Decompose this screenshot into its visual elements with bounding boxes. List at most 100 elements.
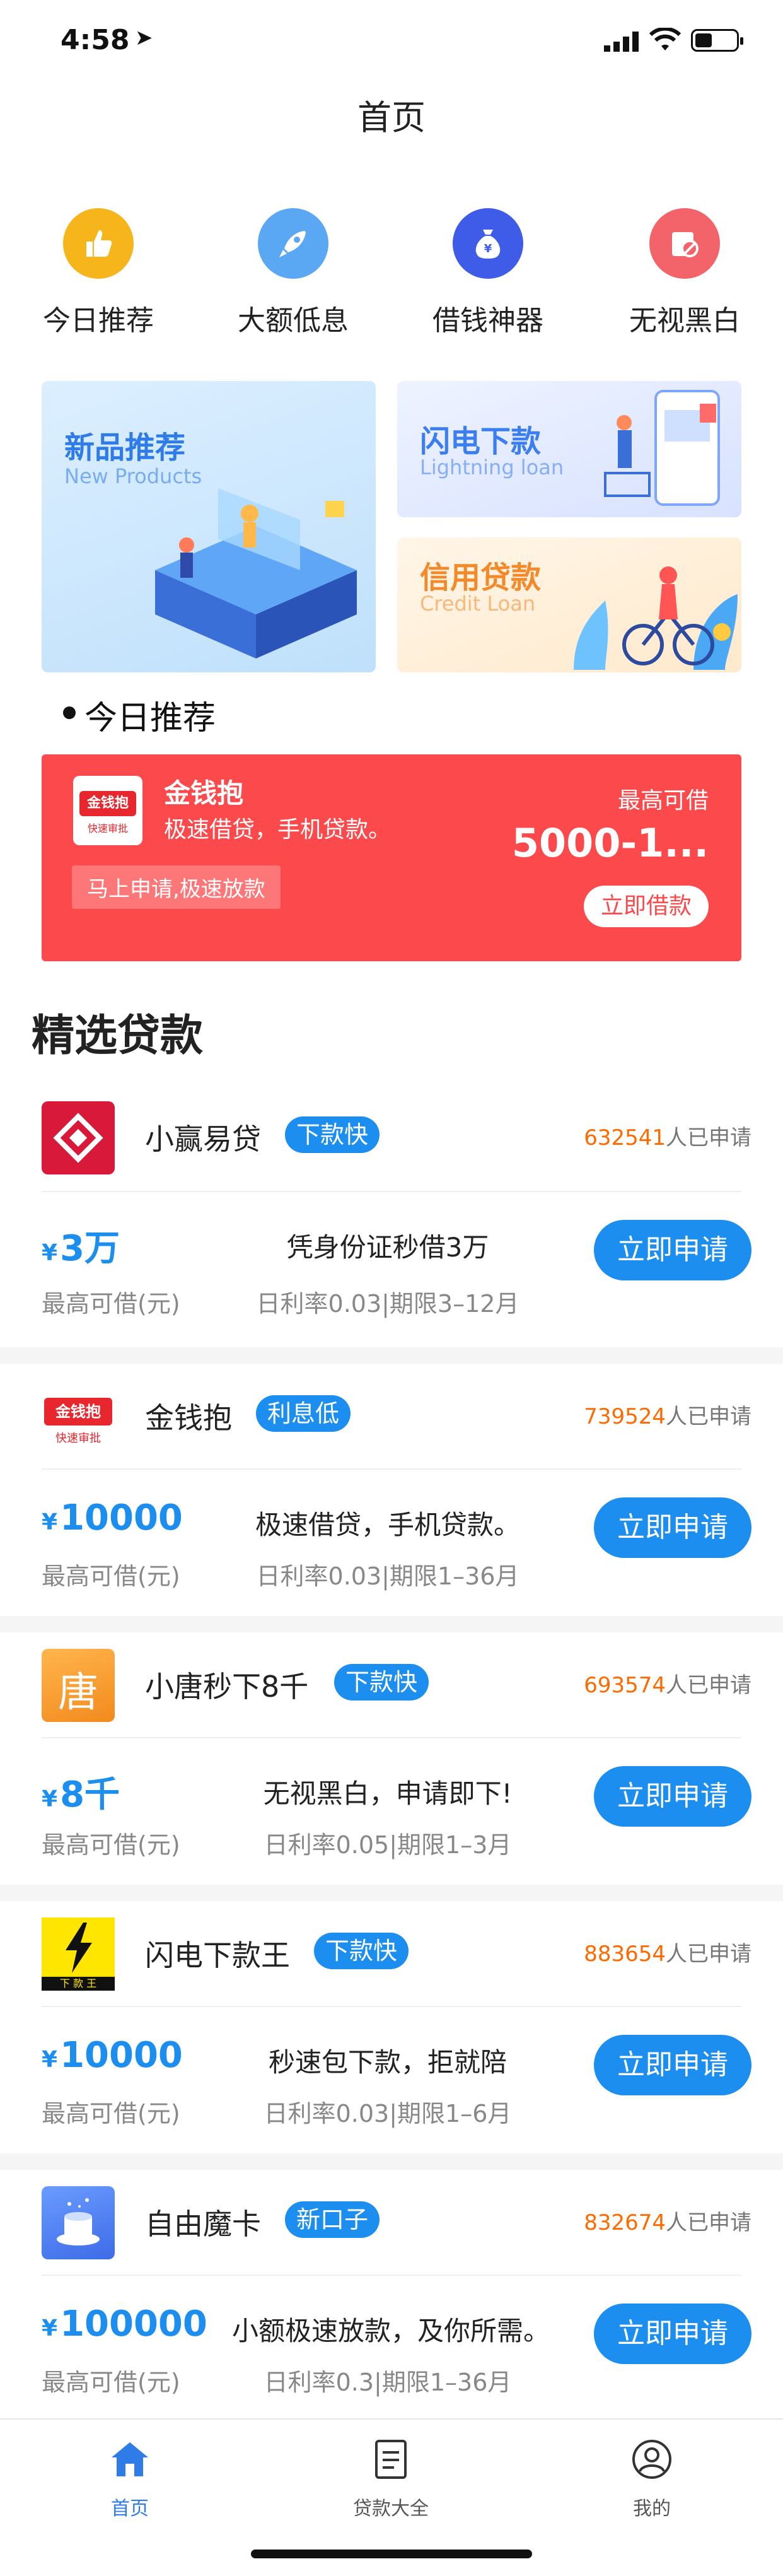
rocket-icon <box>258 208 328 279</box>
tab-profile[interactable]: 我的 <box>557 2438 746 2520</box>
borrow-now-button[interactable]: 立即借款 <box>584 886 709 927</box>
apply-now-button[interactable]: 立即申请 <box>594 2304 751 2364</box>
banner-credit-loan[interactable]: 信用贷款 Credit Loan <box>397 537 741 672</box>
loan-tag: 下款快 <box>285 1116 380 1153</box>
logo-subtext: 快速审批 <box>55 1432 101 1445</box>
loan-rate: 日利率0.03|期限3–12月 <box>256 1290 519 1318</box>
apply-now-button[interactable]: 立即申请 <box>594 1220 751 1280</box>
card-gap <box>0 1616 783 1632</box>
loan-tag: 新口子 <box>285 2201 380 2238</box>
apply-now-button[interactable]: 立即申请 <box>594 2035 751 2095</box>
divider <box>42 1737 741 1738</box>
loan-amount-value: 8千 <box>60 1774 120 1815</box>
loan-amount: ¥10000 <box>42 1497 183 1538</box>
applicant-suffix: 人已申请 <box>666 2210 751 2235</box>
loan-name: 金钱抱 <box>145 1401 232 1435</box>
applicant-count: 832674人已申请 <box>584 2205 751 2236</box>
applicant-suffix: 人已申请 <box>666 1125 751 1150</box>
cellular-signal-icon <box>604 32 639 52</box>
loan-desc: 秒速包下款，拒就陪 <box>268 2047 507 2078</box>
quick-action-label: 借钱神器 <box>432 305 543 337</box>
quick-action-label: 大额低息 <box>238 305 349 337</box>
loan-card[interactable]: 唐 小唐秒下8千 下款快 693574人已申请 ¥8千 最高可借(元) 无视黑白… <box>0 1632 783 1885</box>
card-gap <box>0 1885 783 1901</box>
currency-symbol: ¥ <box>42 1786 58 1812</box>
quick-action-ignore-credit[interactable]: 无视黑白 <box>609 208 760 338</box>
loan-logo-xiaoying <box>42 1101 115 1174</box>
tab-label: 我的 <box>633 2498 671 2520</box>
tab-label: 贷款大全 <box>353 2498 429 2520</box>
applicant-number: 632541 <box>584 1125 666 1150</box>
featured-loan-card[interactable]: 金钱抱 快速审批 金钱抱 极速借贷，手机贷款。 马上申请,极速放款 最高可借 5… <box>42 754 741 961</box>
loan-tag: 下款快 <box>314 1933 409 1969</box>
home-indicator[interactable] <box>251 2550 532 2558</box>
logo-subtext: 快速审批 <box>87 823 128 834</box>
max-label: 最高可借(元) <box>42 2100 180 2128</box>
battery-icon <box>691 29 743 52</box>
svg-text:¥: ¥ <box>484 242 492 255</box>
applicant-number: 739524 <box>584 1404 666 1429</box>
applicant-count: 739524人已申请 <box>584 1399 751 1430</box>
loan-name: 自由魔卡 <box>145 2207 261 2241</box>
quick-action-label: 今日推荐 <box>43 305 154 337</box>
quick-action-money-tool[interactable]: ¥ 借钱神器 <box>412 208 564 338</box>
apply-now-button[interactable]: 立即申请 <box>594 1766 751 1827</box>
loan-amount: ¥3万 <box>42 1220 120 1271</box>
isometric-platform-illustration <box>155 488 357 659</box>
applicant-suffix: 人已申请 <box>666 1404 751 1429</box>
tab-loan-list[interactable]: 贷款大全 <box>296 2438 485 2520</box>
tab-label: 首页 <box>111 2498 149 2520</box>
featured-max-label: 最高可借 <box>617 788 709 814</box>
currency-symbol: ¥ <box>42 1240 58 1266</box>
banner-subtitle: Lightning loan <box>420 455 564 479</box>
bicycle-rider-illustration <box>574 566 738 670</box>
loan-amount-value: 100000 <box>60 2304 207 2345</box>
tab-home[interactable]: 首页 <box>35 2438 224 2520</box>
apply-now-button[interactable]: 立即申请 <box>594 1497 751 1558</box>
page-title: 首页 <box>357 98 426 138</box>
loan-rate: 日利率0.03|期限1–6月 <box>264 2100 512 2128</box>
loan-logo-lightning: 下 款 王 <box>42 1917 115 1991</box>
loan-desc: 小额极速放款，及你所需。 <box>231 2315 550 2346</box>
loan-desc: 极速借贷，手机贷款。 <box>255 1509 520 1540</box>
thumbs-up-icon <box>63 208 134 279</box>
quick-action-today[interactable]: 今日推荐 <box>23 208 174 338</box>
featured-loan-badge: 马上申请,极速放款 <box>72 865 281 909</box>
money-bag-icon: ¥ <box>453 208 523 279</box>
quick-action-large-low-interest[interactable]: 大额低息 <box>218 208 369 338</box>
loan-tag: 利息低 <box>256 1395 351 1432</box>
max-label: 最高可借(元) <box>42 2368 180 2396</box>
loan-rate: 日利率0.05|期限1–3月 <box>264 1831 512 1859</box>
featured-loan-name: 金钱抱 <box>164 778 244 809</box>
currency-symbol: ¥ <box>42 2047 58 2073</box>
logo-text: 下 款 王 <box>42 1977 115 1991</box>
card-gap <box>0 1347 783 1364</box>
loan-amount: ¥10000 <box>42 2035 183 2076</box>
loan-amount-value: 10000 <box>60 1497 183 1538</box>
card-gap <box>0 2153 783 2170</box>
quick-action-label: 无视黑白 <box>629 305 740 337</box>
banner-title: 信用贷款 <box>420 560 542 595</box>
lightning-bolt-icon <box>66 1923 92 1973</box>
banner-new-products[interactable]: 新品推荐 New Products <box>42 381 376 672</box>
loan-card[interactable]: 金钱抱 快速审批 金钱抱 利息低 739524人已申请 ¥10000 最高可借(… <box>0 1364 783 1616</box>
loan-logo-xiaotang: 唐 <box>42 1649 115 1722</box>
location-arrow-icon: ➤ <box>135 25 153 50</box>
loan-card[interactable]: 下 款 王 闪电下款王 下款快 883654人已申请 ¥10000 最高可借(元… <box>0 1901 783 2153</box>
logo-text: 唐 <box>58 1670 98 1716</box>
loan-card[interactable]: 自由魔卡 新口子 832674人已申请 ¥100000 最高可借(元) 小额极速… <box>0 2170 783 2409</box>
loan-desc: 无视黑白，申请即下! <box>263 1778 513 1809</box>
loan-tag: 下款快 <box>334 1664 429 1701</box>
loan-logo-magic-card <box>42 2186 115 2259</box>
phone-shopping-illustration <box>604 390 720 506</box>
applicant-count: 693574人已申请 <box>584 1668 751 1699</box>
banner-subtitle: Credit Loan <box>420 592 536 616</box>
banner-title: 新品推荐 <box>64 430 186 465</box>
loan-card[interactable]: 小赢易贷 下款快 632541人已申请 ¥3万 最高可借(元) 凭身份证秒借3万… <box>0 1077 783 1347</box>
status-time: 4:58 <box>61 24 130 56</box>
loan-rate: 日利率0.03|期限1–36月 <box>256 1562 519 1590</box>
banner-lightning-loan[interactable]: 闪电下款 Lightning loan <box>397 381 741 517</box>
logo-text: 金钱抱 <box>79 791 136 816</box>
document-list-icon <box>375 2440 407 2479</box>
loan-logo-jinqianbao: 金钱抱 快速审批 <box>42 1380 115 1453</box>
